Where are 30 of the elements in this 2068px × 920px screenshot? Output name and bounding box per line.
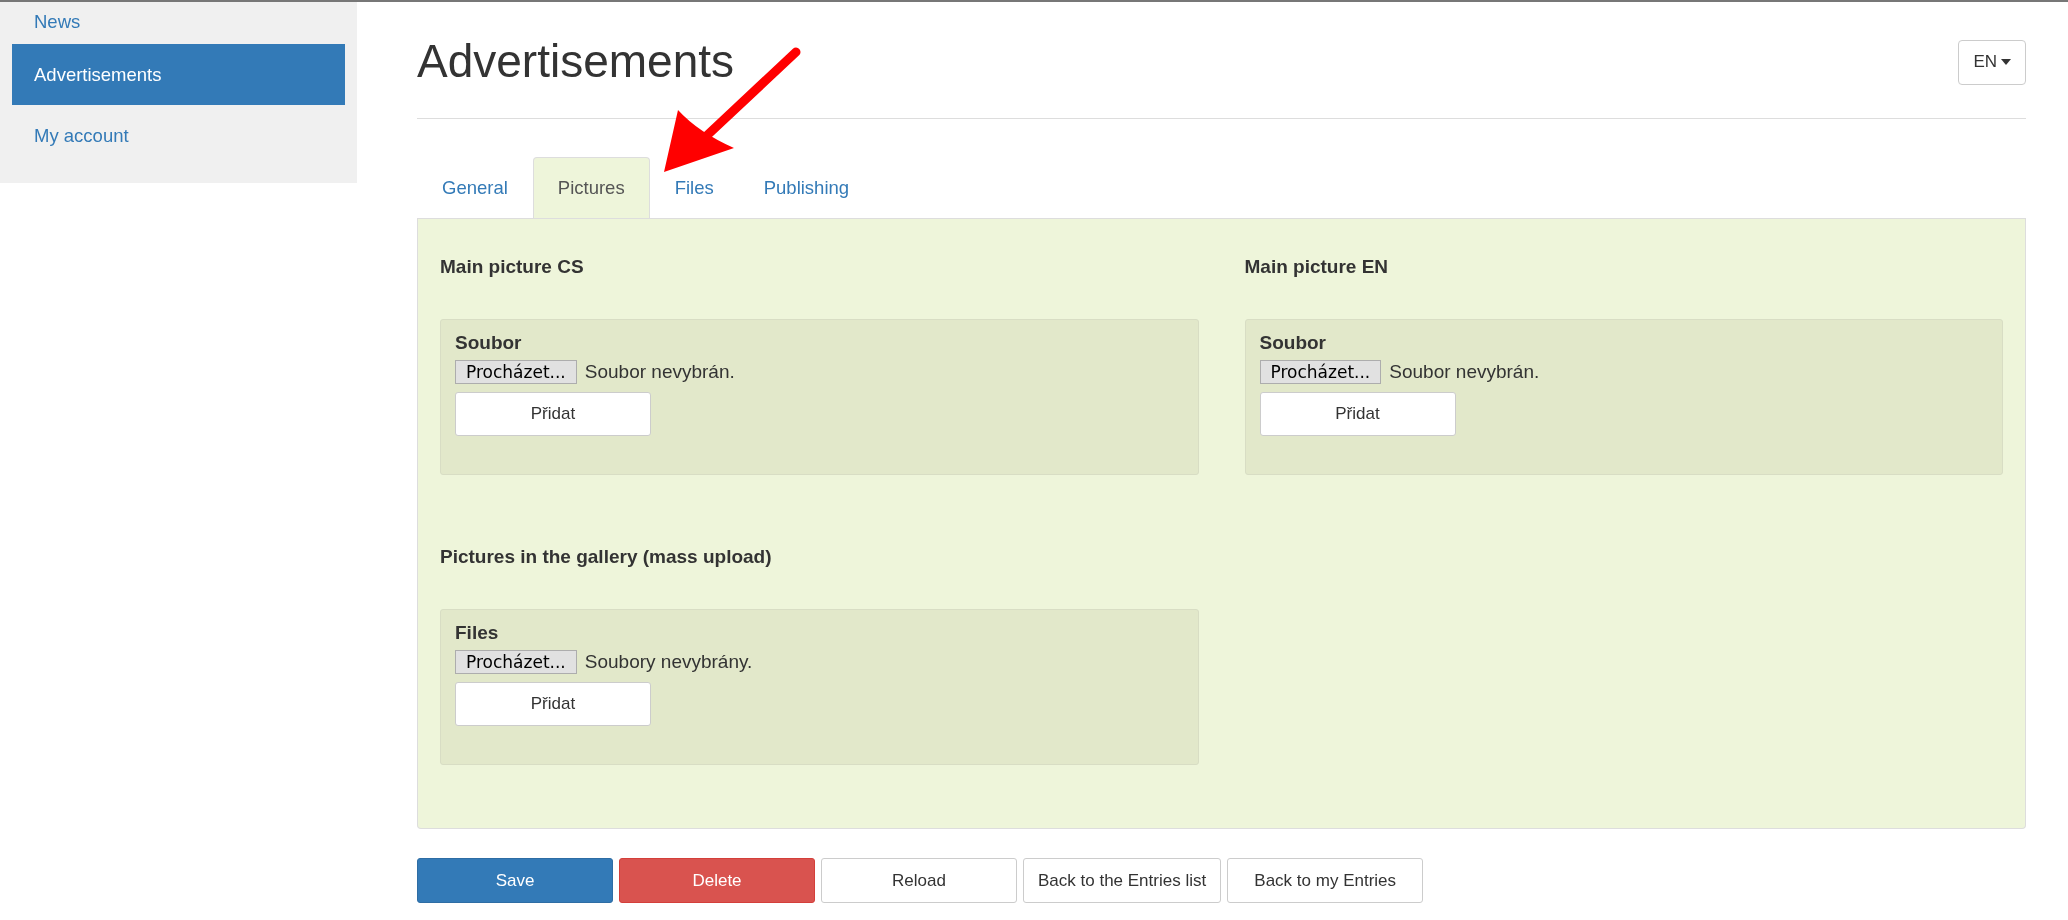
browse-button[interactable]: Procházet... (455, 650, 577, 674)
field-label: Soubor (455, 332, 523, 354)
tab[interactable]: General (417, 157, 533, 218)
section-heading: Main picture EN (1244, 255, 1390, 279)
sidebar-item[interactable]: Advertisements (12, 44, 345, 105)
language-dropdown[interactable]: EN (1958, 39, 2026, 85)
action-button[interactable]: Back to my Entries (1227, 858, 1424, 903)
action-button[interactable]: Delete (619, 858, 815, 903)
caret-icon (2001, 59, 2011, 65)
sidebar-item[interactable]: News (12, 2, 345, 44)
tab[interactable]: Files (649, 157, 739, 218)
action-button[interactable]: Save (417, 858, 613, 903)
action-button[interactable]: Reload (821, 858, 1017, 903)
action-button[interactable]: Back to the Entries list (1023, 858, 1222, 903)
field-label: Soubor (1259, 332, 1327, 354)
add-button[interactable]: Přidat (455, 682, 651, 726)
tab[interactable]: Pictures (532, 157, 650, 218)
tab[interactable]: Publishing (738, 157, 875, 218)
add-button[interactable]: Přidat (1259, 392, 1456, 436)
add-button[interactable]: Přidat (455, 392, 651, 436)
section-heading: Pictures in the gallery (mass upload) (440, 545, 773, 569)
section-heading: Main picture CS (440, 255, 585, 279)
file-status: Soubory nevybrány. (584, 651, 753, 673)
field-label: Files (455, 622, 500, 644)
page-title: Advertisements (417, 34, 734, 88)
browse-button[interactable]: Procházet... (455, 360, 577, 384)
sidebar-item[interactable]: My account (12, 105, 345, 166)
browse-button[interactable]: Procházet... (1259, 360, 1382, 384)
file-status: Soubor nevybrán. (1389, 361, 1540, 383)
file-status: Soubor nevybrán. (584, 361, 735, 383)
